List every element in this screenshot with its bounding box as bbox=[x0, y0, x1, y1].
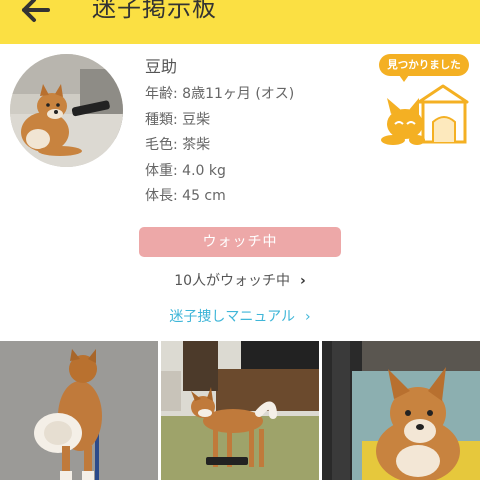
dog-house-icon bbox=[381, 84, 469, 145]
chevron-right-icon: › bbox=[300, 273, 306, 289]
attr-weight: 体重: 4.0 kg bbox=[145, 162, 226, 179]
found-label-tail bbox=[399, 75, 409, 82]
found-label: 見つかりました bbox=[379, 54, 469, 76]
attr-breed: 種類: 豆柴 bbox=[145, 111, 211, 128]
manual-link-text: 迷子捜しマニュアル bbox=[169, 309, 295, 325]
arrow-left-icon[interactable] bbox=[18, 0, 54, 26]
chevron-right-icon: › bbox=[304, 309, 311, 325]
watch-count-link[interactable]: 10人がウォッチ中 › bbox=[0, 270, 480, 290]
attr-length: 体長: 45 cm bbox=[145, 188, 226, 204]
watch-button[interactable]: ウォッチ中 bbox=[139, 227, 341, 257]
dog-name: 豆助 bbox=[145, 57, 178, 76]
dog-photo-3[interactable] bbox=[322, 341, 480, 480]
attr-age: 年齢: 8歳11ヶ月 (オス) bbox=[145, 86, 295, 102]
manual-link[interactable]: 迷子捜しマニュアル › bbox=[0, 306, 480, 326]
dog-avatar bbox=[10, 54, 123, 167]
dog-photo-1[interactable] bbox=[0, 341, 158, 480]
app-header: 迷子掲示板 bbox=[0, 0, 480, 44]
watch-count-text: 10人がウォッチ中 bbox=[174, 273, 291, 289]
page-title: 迷子掲示板 bbox=[92, 0, 217, 22]
attr-color: 毛色: 茶柴 bbox=[145, 137, 211, 153]
dog-profile: 豆助 年齢: 8歳11ヶ月 (オス) 種類: 豆柴 毛色: 茶柴 体重: 4.0… bbox=[145, 56, 294, 210]
dog-photo-2[interactable] bbox=[161, 341, 319, 480]
